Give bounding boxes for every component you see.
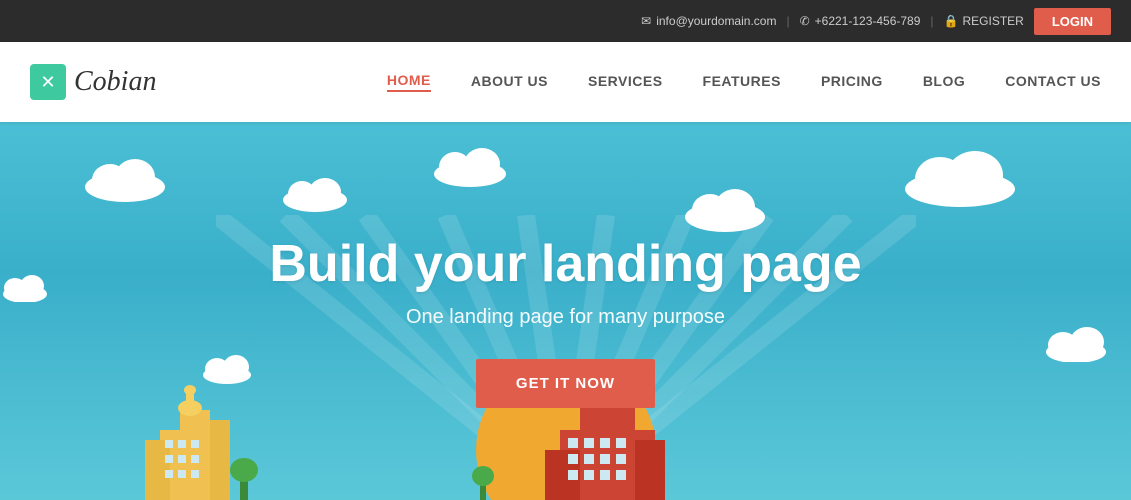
hero-subtitle: One landing page for many purpose	[406, 306, 725, 329]
cloud-3	[430, 142, 510, 192]
phone-text: +6221-123-456-789	[815, 14, 921, 28]
logo-icon: ✕	[30, 64, 66, 100]
cloud-6	[0, 272, 50, 307]
cloud-5	[900, 147, 1020, 212]
logo-text: Cobian	[74, 66, 156, 98]
cloud-2	[280, 172, 350, 217]
email-text: info@yourdomain.com	[656, 14, 776, 28]
lock-icon: 🔒	[944, 14, 959, 28]
cta-button[interactable]: GET IT NOW	[476, 359, 655, 408]
cloud-4	[680, 182, 770, 237]
nav-home[interactable]: HOME	[387, 72, 431, 92]
register-label: REGISTER	[962, 14, 1023, 28]
nav-pricing[interactable]: PRICING	[821, 73, 883, 91]
email-icon: ✉	[641, 14, 651, 28]
register-link[interactable]: 🔒 REGISTER	[944, 14, 1024, 28]
login-button[interactable]: LOGIN	[1034, 8, 1111, 35]
divider-1: |	[786, 14, 789, 28]
navbar: ✕ Cobian HOME ABOUT US SERVICES FEATURES…	[0, 42, 1131, 122]
logo-area: ✕ Cobian	[30, 64, 156, 100]
nav-features[interactable]: FEATURES	[703, 73, 781, 91]
nav-links: HOME ABOUT US SERVICES FEATURES PRICING …	[387, 72, 1101, 92]
divider-2: |	[930, 14, 933, 28]
cloud-8	[200, 352, 255, 389]
nav-services[interactable]: SERVICES	[588, 73, 663, 91]
email-item: ✉ info@yourdomain.com	[641, 14, 776, 28]
hero-title: Build your landing page	[269, 234, 861, 294]
phone-icon: ✆	[800, 14, 810, 28]
nav-blog[interactable]: BLOG	[923, 73, 965, 91]
cloud-1	[80, 152, 170, 207]
nav-contact[interactable]: CONTACT US	[1005, 73, 1101, 91]
phone-item: ✆ +6221-123-456-789	[800, 14, 921, 28]
cloud-7	[1041, 322, 1111, 367]
hero-section: Build your landing page One landing page…	[0, 122, 1131, 500]
top-bar: ✉ info@yourdomain.com | ✆ +6221-123-456-…	[0, 0, 1131, 42]
nav-about[interactable]: ABOUT US	[471, 73, 548, 91]
